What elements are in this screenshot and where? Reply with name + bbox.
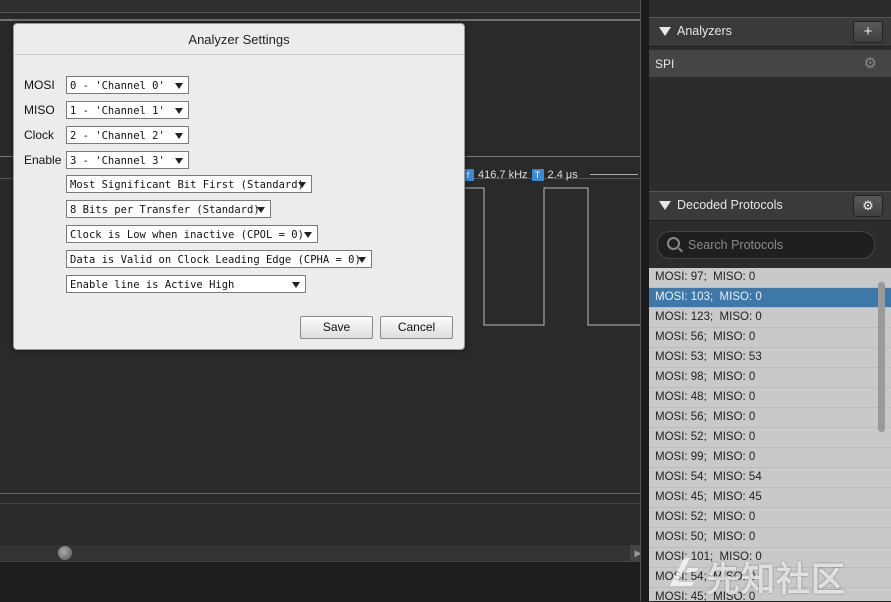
enable-label: Enable xyxy=(24,153,62,167)
miso-label: MISO xyxy=(24,103,55,117)
cancel-button[interactable]: Cancel xyxy=(380,316,453,339)
cpol-value: Clock is Low when inactive (CPOL = 0) xyxy=(70,229,304,241)
save-button[interactable]: Save xyxy=(300,316,373,339)
analyzers-title: Analyzers xyxy=(677,24,732,38)
gear-icon[interactable]: ⚙ xyxy=(853,195,883,217)
list-item[interactable]: MOSI: 52; MISO: 0 xyxy=(649,508,891,528)
scrollbar-track[interactable] xyxy=(0,545,630,561)
analyzer-name: SPI xyxy=(655,57,675,71)
clock-label: Clock xyxy=(24,128,55,142)
period-value: 2.4 μs xyxy=(547,169,578,181)
mosi-select-value: 0 - 'Channel 0' xyxy=(70,80,165,92)
list-item[interactable]: MOSI: 52; MISO: 0 xyxy=(649,428,891,448)
enable-polarity-value: Enable line is Active High xyxy=(70,279,235,291)
cpol-select[interactable]: Clock is Low when inactive (CPOL = 0) xyxy=(66,225,318,243)
miso-select[interactable]: 1 - 'Channel 1' xyxy=(66,101,189,119)
analyzer-item-spi[interactable]: SPI ⚙ xyxy=(649,50,891,77)
bits-per-transfer-value: 8 Bits per Transfer (Standard) xyxy=(70,204,260,216)
chevron-down-icon xyxy=(304,232,312,238)
watermark-logo-icon xyxy=(670,558,698,586)
mosi-label: MOSI xyxy=(24,78,55,92)
chevron-down-icon xyxy=(298,182,306,188)
status-strip xyxy=(0,561,648,602)
collapse-triangle-icon[interactable] xyxy=(659,201,671,210)
scrollbar-thumb[interactable] xyxy=(58,546,72,560)
list-scrollbar[interactable] xyxy=(878,282,885,432)
list-item[interactable]: MOSI: 123; MISO: 0 xyxy=(649,308,891,328)
enable-select-value: 3 - 'Channel 3' xyxy=(70,155,165,167)
watermark-text: 先知社区 xyxy=(706,560,846,600)
decoded-protocols-header[interactable]: Decoded Protocols ⚙ xyxy=(649,191,891,221)
bits-per-transfer-select[interactable]: 8 Bits per Transfer (Standard) xyxy=(66,200,271,218)
measurement-readout: f 416.7 kHz T 2.4 μs xyxy=(462,167,578,183)
chevron-down-icon xyxy=(175,158,183,164)
clock-select-value: 2 - 'Channel 2' xyxy=(70,130,165,142)
list-item[interactable]: MOSI: 45; MISO: 45 xyxy=(649,488,891,508)
frequency-value: 416.7 kHz xyxy=(478,169,528,181)
analyzer-settings-dialog: Analyzer Settings MOSI 0 - 'Channel 0' M… xyxy=(13,23,465,350)
clock-select[interactable]: 2 - 'Channel 2' xyxy=(66,126,189,144)
analyzers-header[interactable]: Analyzers + xyxy=(649,17,891,47)
decoded-protocols-title: Decoded Protocols xyxy=(677,198,783,212)
chevron-down-icon xyxy=(358,257,366,263)
chevron-down-icon xyxy=(292,282,300,288)
right-panel: Analyzers + SPI ⚙ Decoded Protocols ⚙ MO… xyxy=(649,0,891,601)
search-icon xyxy=(667,237,680,250)
enable-polarity-select[interactable]: Enable line is Active High xyxy=(66,275,306,293)
miso-select-value: 1 - 'Channel 1' xyxy=(70,105,165,117)
list-item[interactable]: MOSI: 103; MISO: 0 xyxy=(649,288,891,308)
chevron-down-icon xyxy=(175,108,183,114)
list-item[interactable]: MOSI: 99; MISO: 0 xyxy=(649,448,891,468)
collapse-triangle-icon[interactable] xyxy=(659,27,671,36)
chevron-down-icon xyxy=(175,83,183,89)
period-marker-line xyxy=(590,174,638,175)
enable-select[interactable]: 3 - 'Channel 3' xyxy=(66,151,189,169)
period-icon: T xyxy=(531,169,544,181)
bit-order-value: Most Significant Bit First (Standard) xyxy=(70,179,304,191)
cpha-select[interactable]: Data is Valid on Clock Leading Edge (CPH… xyxy=(66,250,372,268)
search-box[interactable] xyxy=(657,231,875,259)
cpha-value: Data is Valid on Clock Leading Edge (CPH… xyxy=(70,254,361,266)
bit-order-select[interactable]: Most Significant Bit First (Standard) xyxy=(66,175,312,193)
list-item[interactable]: MOSI: 53; MISO: 53 xyxy=(649,348,891,368)
panel-splitter[interactable] xyxy=(640,0,649,601)
search-input[interactable] xyxy=(686,235,870,255)
horizontal-scrollbar[interactable]: ▶ xyxy=(0,545,648,561)
chevron-down-icon xyxy=(257,207,265,213)
mosi-select[interactable]: 0 - 'Channel 0' xyxy=(66,76,189,94)
list-item[interactable]: MOSI: 98; MISO: 0 xyxy=(649,368,891,388)
gear-icon[interactable]: ⚙ xyxy=(864,54,877,72)
list-item[interactable]: MOSI: 54; MISO: 54 xyxy=(649,468,891,488)
add-analyzer-button[interactable]: + xyxy=(853,21,883,43)
chevron-down-icon xyxy=(175,133,183,139)
dialog-title: Analyzer Settings xyxy=(14,24,464,55)
list-item[interactable]: MOSI: 56; MISO: 0 xyxy=(649,328,891,348)
list-item[interactable]: MOSI: 48; MISO: 0 xyxy=(649,388,891,408)
list-item[interactable]: MOSI: 97; MISO: 0 xyxy=(649,268,891,288)
list-item[interactable]: MOSI: 56; MISO: 0 xyxy=(649,408,891,428)
list-item[interactable]: MOSI: 50; MISO: 0 xyxy=(649,528,891,548)
